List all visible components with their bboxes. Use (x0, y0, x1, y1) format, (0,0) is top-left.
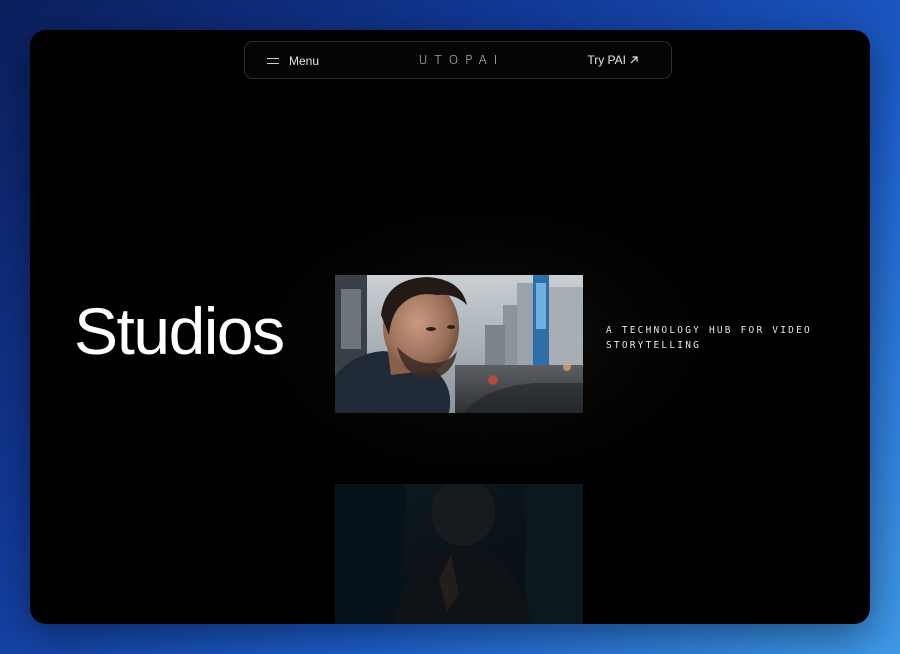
hero-tagline: A TECHNOLOGY HUB FOR VIDEO STORYTELLING (606, 325, 812, 351)
next-section-image (335, 484, 583, 624)
hero-image (335, 275, 583, 413)
arrow-up-right-icon (630, 56, 638, 64)
next-image-illustration (335, 484, 583, 624)
hero-title: Studios (74, 294, 285, 368)
hero-image-illustration (335, 275, 583, 413)
try-pai-button[interactable]: Try PAI (587, 53, 639, 67)
try-pai-label: Try PAI (587, 53, 626, 67)
top-nav: Menu UTOPAI Try PAI (244, 41, 672, 79)
browser-frame: Menu UTOPAI Try PAI Studios A TECHNOLOGY… (30, 30, 870, 624)
